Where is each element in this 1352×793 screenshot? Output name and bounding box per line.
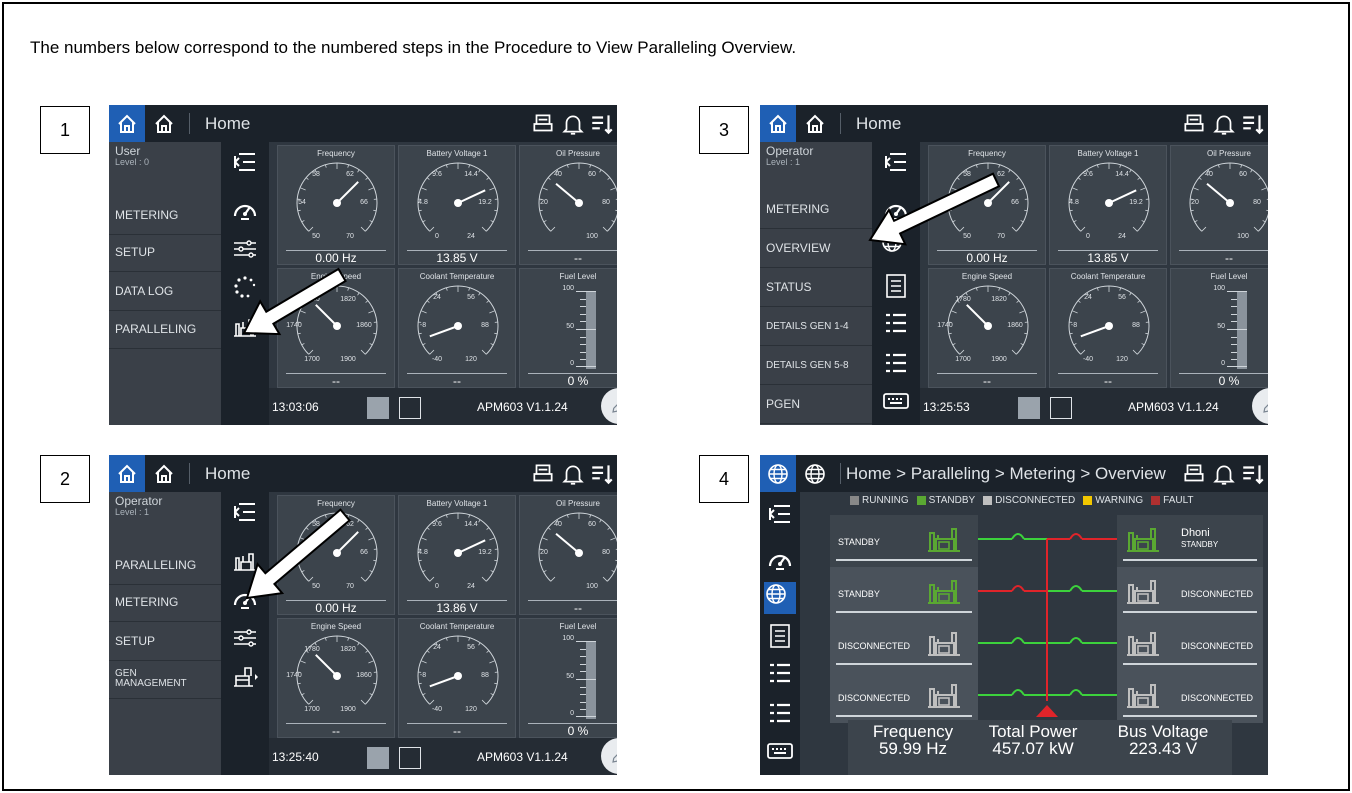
callout-arrow: [242, 267, 347, 336]
callout-arrow: [245, 508, 351, 600]
instruction-text: The numbers below correspond to the numb…: [30, 38, 797, 57]
screen-step-2: Home Operator Level : 1 PARALLELING METERING…: [109, 455, 617, 775]
screen-step-1: Home User Level : 0 METERING SETUP DATA LOG PA…: [109, 105, 617, 425]
readout-total-power: Total Power 457.07 kW: [978, 723, 1088, 757]
readout-bar: Frequency 59.99 Hz Total Power 457.07 kW Bus…: [848, 720, 1232, 775]
step-number-4: 4: [699, 455, 749, 503]
screen-step-4: Home > Paralleling > Metering > Overview…: [760, 455, 1268, 775]
screen-step-3: Home Operator Level : 1 METERING OVERVIEW STA…: [760, 105, 1268, 425]
readout-label: Frequency: [872, 722, 954, 741]
readout-value: 59.99 Hz: [878, 739, 948, 758]
readout-bus-voltage: Bus Voltage 223.43 V: [1108, 723, 1218, 757]
readout-label: Bus Voltage: [1117, 722, 1209, 741]
readout-label: Total Power: [988, 722, 1078, 741]
step-number-2: 2: [40, 455, 90, 503]
readout-frequency: Frequency 59.99 Hz: [858, 723, 968, 757]
readout-value: 457.07 kW: [992, 739, 1074, 758]
step-number-1: 1: [40, 106, 90, 154]
callout-arrow: [868, 172, 1001, 246]
step-number-3: 3: [699, 106, 749, 154]
readout-value: 223.43 V: [1128, 739, 1198, 758]
